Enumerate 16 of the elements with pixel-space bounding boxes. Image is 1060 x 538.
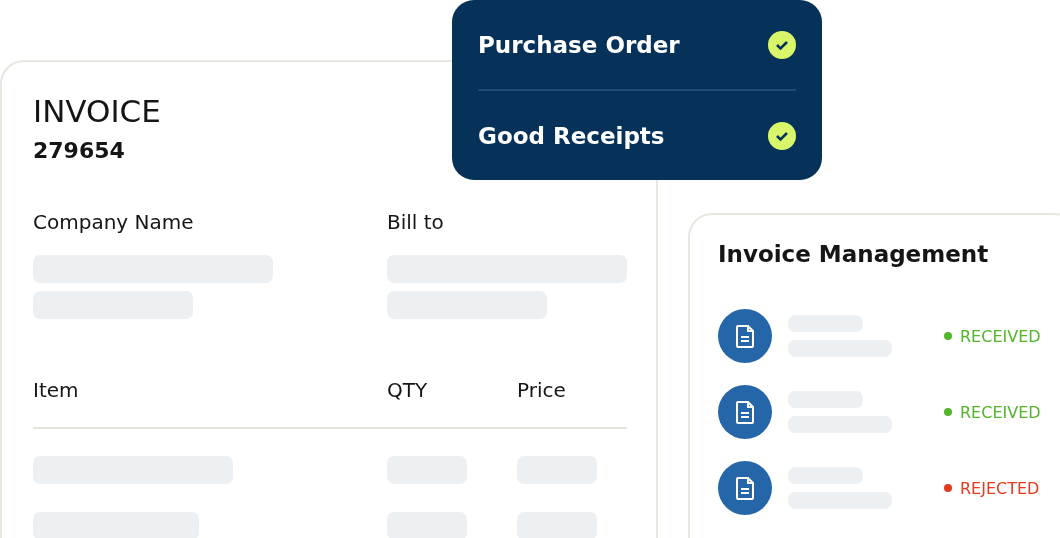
invoice-title: INVOICE	[33, 92, 162, 130]
document-icon	[718, 309, 772, 363]
document-icon	[718, 385, 772, 439]
checklist-label: Good Receipts	[478, 122, 665, 149]
document-icon	[718, 461, 772, 515]
status-text: RECEIVED	[960, 402, 1041, 422]
column-header: Price	[517, 377, 567, 403]
status-text: REJECTED	[960, 478, 1040, 498]
field-label: Company Name	[33, 209, 195, 235]
column-header: QTY	[387, 377, 429, 403]
column-header: Item	[33, 377, 80, 403]
invoice-number: 279654	[33, 138, 126, 163]
card-title: Invoice Management	[718, 241, 990, 267]
checklist-label: Purchase Order	[478, 31, 680, 58]
status-text: RECEIVED	[960, 326, 1041, 346]
field-label: Bill to	[387, 209, 445, 235]
